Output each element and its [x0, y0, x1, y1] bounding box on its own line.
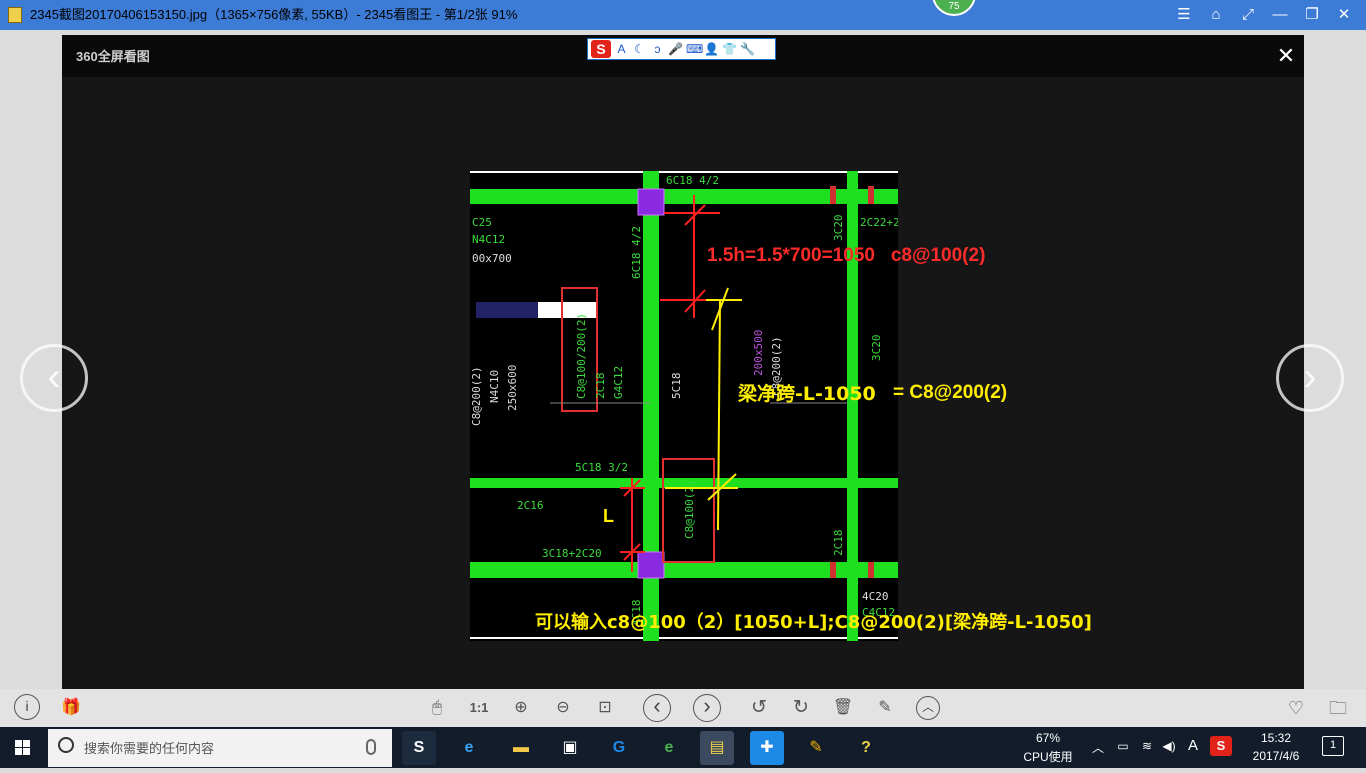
edit-icon[interactable]: ✎: [872, 695, 898, 721]
cad-label: G4C12: [612, 366, 625, 399]
beam-right-vertical: [847, 171, 858, 641]
taskbar-app-teamviewer[interactable]: ✚: [750, 731, 784, 765]
favorite-icon[interactable]: ♡: [1283, 695, 1309, 721]
cortana-icon: [58, 737, 74, 753]
cad-label: 5C18: [670, 373, 683, 400]
ime-keyboard-icon[interactable]: ⌨: [686, 41, 703, 57]
cad-label: 5C18 3/2: [575, 461, 628, 474]
column-bottom: [637, 551, 665, 579]
cad-drawing: 6C18 4/2 3C20 2C22+2 C25 N4C12 00x700 6C…: [470, 171, 898, 641]
cad-label: C8@200(2): [770, 336, 783, 396]
taskbar-app-notes[interactable]: ✎: [799, 731, 833, 765]
actual-size-button[interactable]: 1:1: [466, 695, 492, 721]
windows-logo-icon: [15, 740, 30, 755]
ime-tools-icon[interactable]: 🔧: [740, 41, 755, 57]
ime-mode-icon[interactable]: A: [614, 41, 629, 57]
cad-label: 3C20: [870, 335, 883, 362]
taskbar-app-browser[interactable]: e: [452, 731, 486, 765]
microphone-icon[interactable]: [366, 739, 376, 755]
input-language-icon[interactable]: A: [1184, 737, 1202, 754]
cad-label: 3C18+2C20: [542, 547, 602, 560]
cad-label: 6C18 4/2: [666, 174, 719, 187]
cad-label: C8@100(2): [683, 479, 696, 539]
taskbar-app-360[interactable]: e: [652, 731, 686, 765]
clock-date[interactable]: 2017/4/6: [1238, 749, 1314, 763]
zoom-in-icon[interactable]: ⊕: [508, 695, 534, 721]
mouse-mode-icon[interactable]: 🖱: [424, 695, 450, 721]
ime-punct-icon[interactable]: ɔ: [650, 41, 665, 57]
taskbar-app-help[interactable]: ?: [849, 731, 883, 765]
start-button[interactable]: [0, 727, 46, 768]
ime-skin-icon[interactable]: 👕: [722, 41, 737, 57]
info-icon[interactable]: i: [14, 694, 40, 720]
cad-drawing-canvas: 6C18 4/2 3C20 2C22+2 C25 N4C12 00x700 6C…: [470, 171, 898, 641]
fit-window-icon[interactable]: ⊡: [592, 695, 618, 721]
close-window-button[interactable]: ✕: [1328, 0, 1360, 30]
sogou-tray-icon[interactable]: S: [1210, 736, 1232, 756]
action-center-icon[interactable]: 1: [1322, 736, 1344, 756]
cpu-percent: 67%: [1035, 731, 1061, 745]
gift-icon[interactable]: 🎁: [58, 695, 84, 721]
taskbar-app-2345[interactable]: G: [602, 731, 636, 765]
zoom-out-icon[interactable]: ⊖: [550, 695, 576, 721]
rotate-right-icon[interactable]: ↻: [788, 695, 814, 721]
cad-label: 4C18: [630, 600, 643, 627]
viewer-toolbar: [0, 689, 1366, 727]
cad-label: 250x600: [506, 365, 519, 411]
delete-icon[interactable]: 🗑: [830, 695, 856, 721]
clock-time[interactable]: 15:32: [1238, 731, 1314, 745]
cad-label: C25: [472, 216, 492, 229]
cad-label: N4C10: [488, 370, 501, 403]
app-icon[interactable]: [8, 7, 22, 23]
ime-mic-icon[interactable]: 🎤: [668, 41, 683, 57]
tray-expand-icon[interactable]: ︿: [1090, 739, 1106, 756]
taskbar-app-explorer[interactable]: ▬: [504, 731, 538, 765]
rotate-left-icon[interactable]: ↺: [746, 695, 772, 721]
cad-label: 3C20: [832, 215, 845, 242]
column-top: [637, 188, 665, 216]
next-image-button[interactable]: ›: [1276, 344, 1344, 412]
folder-icon[interactable]: 🗀: [1325, 695, 1351, 721]
cad-label: 2C22+2: [860, 216, 898, 229]
cad-label: 2C16: [517, 499, 544, 512]
cad-label: 4C20: [862, 590, 889, 603]
maximize-button[interactable]: ❐: [1296, 0, 1328, 30]
search-placeholder: 搜索你需要的任何内容: [84, 741, 215, 756]
cad-label: 6C18 4/2: [630, 226, 643, 279]
ime-moon-icon[interactable]: ☾: [632, 41, 647, 57]
cad-label: 00x700: [472, 252, 512, 265]
cad-label: C8@200(2): [470, 366, 483, 426]
cad-label: C4C12: [862, 606, 895, 619]
cpu-label: CPU使用: [1023, 750, 1073, 764]
taskbar-app-store[interactable]: ▣: [553, 731, 587, 765]
prev-icon[interactable]: ‹: [643, 694, 671, 722]
ime-user-icon[interactable]: 👤: [704, 41, 719, 57]
minimize-button[interactable]: —: [1264, 0, 1296, 30]
window-title: 2345截图20170406153150.jpg（1365×756像素, 55K…: [30, 7, 518, 22]
ime-toolbar: S A ☾ ɔ 🎤 ⌨ 👤 👕 🔧: [587, 38, 776, 60]
viewer-brand: 360全屏看图: [76, 49, 150, 64]
cad-label: 200x500: [752, 330, 765, 376]
cad-label: C8@100/200(2): [575, 313, 588, 399]
sogou-logo-icon[interactable]: S: [591, 40, 611, 58]
prev-image-button[interactable]: ‹: [20, 344, 88, 412]
skin-button[interactable]: ⌂: [1200, 0, 1232, 30]
cad-label: N4C12: [472, 233, 505, 246]
fullscreen-button[interactable]: ⤢: [1232, 0, 1264, 30]
cad-label: 2C18: [832, 530, 845, 557]
menu-button[interactable]: ☰: [1168, 0, 1200, 30]
network-icon[interactable]: ≋: [1138, 739, 1156, 753]
next-icon[interactable]: ›: [693, 694, 721, 722]
more-icon[interactable]: ︿: [916, 696, 940, 720]
battery-icon[interactable]: ▭: [1114, 739, 1132, 753]
taskbar-app-1[interactable]: S: [402, 731, 436, 765]
taskbar-app-viewer-active[interactable]: ▤: [700, 731, 734, 765]
cad-label: 2C18: [594, 373, 607, 400]
viewer-close-button[interactable]: ✕: [1272, 42, 1300, 70]
volume-icon[interactable]: ◀): [1160, 739, 1178, 753]
